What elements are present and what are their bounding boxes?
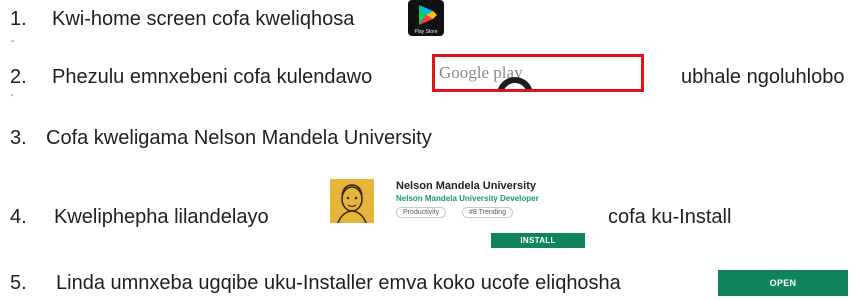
category-chip[interactable]: Productivity: [396, 207, 447, 218]
play-store-icon[interactable]: Play Store: [408, 0, 444, 36]
step-3-number: 3.: [10, 127, 27, 149]
step-2-number: 2.: [10, 66, 27, 88]
step-4-after-text: cofa ku-Install: [608, 206, 732, 228]
stray-mark: -: [11, 36, 15, 47]
step-2-text: Phezulu emnxebeni cofa kulendawo: [52, 66, 373, 88]
app-developer: Nelson Mandela University Developer: [396, 194, 539, 203]
open-button[interactable]: OPEN: [718, 270, 848, 296]
step-4-text: Kweliphepha lilandelayo: [54, 206, 269, 228]
step-1-text: Kwi-home screen cofa kweliqhosa: [52, 8, 355, 30]
mandela-portrait-icon: [330, 179, 374, 224]
install-button[interactable]: INSTALL: [491, 233, 585, 248]
trending-chip[interactable]: #8 Trending: [462, 207, 513, 218]
play-triangle-icon: [419, 5, 437, 25]
stray-mark: ': [11, 93, 13, 104]
step-5-number: 5.: [10, 272, 27, 294]
step-2-after-text: ubhale ngoluhlobo: [681, 66, 845, 88]
step-3-text: Cofa kweligama Nelson Mandela University: [46, 127, 432, 149]
search-box-highlight[interactable]: Google play: [432, 54, 644, 92]
step-4-number: 4.: [10, 206, 27, 228]
play-store-label: Play Store: [414, 29, 438, 35]
app-listing-card[interactable]: Nelson Mandela University Nelson Mandela…: [330, 176, 595, 248]
step-1-number: 1.: [10, 8, 27, 30]
step-5-text: Linda umnxeba ugqibe uku-Installer emva …: [56, 272, 621, 294]
app-title: Nelson Mandela University: [396, 180, 536, 192]
